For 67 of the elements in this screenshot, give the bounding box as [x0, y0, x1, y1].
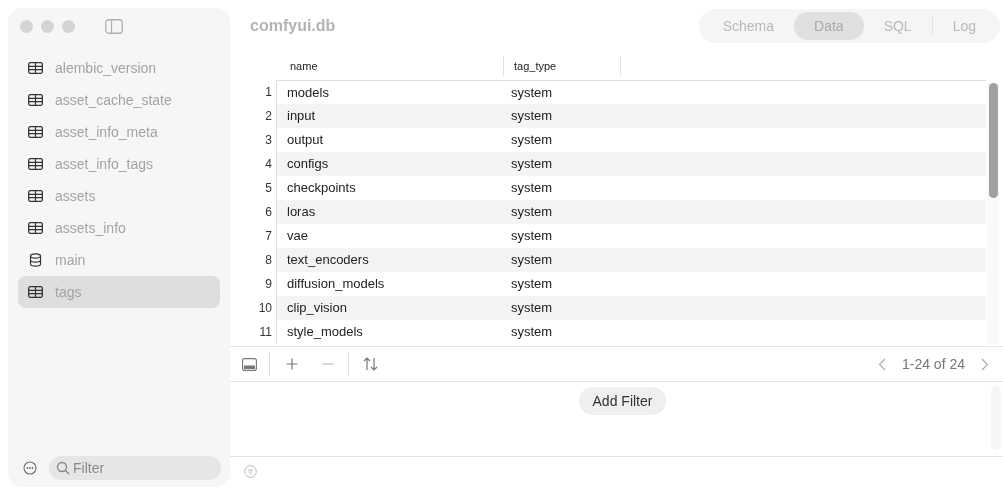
row-number: 1	[264, 84, 273, 101]
table-row[interactable]: loras system	[276, 200, 986, 224]
table-cell-text: output	[286, 131, 325, 150]
row-number: 10	[257, 300, 273, 317]
zoom-window-button[interactable]	[62, 19, 75, 33]
bottom-panel-icon[interactable]	[242, 357, 257, 371]
table-cell-text: system	[510, 299, 554, 318]
table-cell-text: system	[510, 227, 554, 246]
table-icon	[28, 158, 43, 170]
table-row[interactable]: models system	[276, 80, 986, 104]
table-cell-text: style_models	[286, 323, 364, 342]
filter-field[interactable]: Filter	[49, 456, 221, 480]
scrollbar[interactable]	[987, 83, 999, 345]
table-row[interactable]: text_encoders system	[276, 248, 986, 272]
table-cell-text: input	[286, 107, 317, 126]
table-icon	[28, 62, 43, 74]
table-row[interactable]: input system	[276, 104, 986, 128]
row-number: 6	[264, 204, 273, 221]
table-cell-text: vae	[286, 227, 309, 246]
table-cell-text: checkpoints	[286, 179, 357, 198]
sidebar-toggle-icon[interactable]	[105, 18, 123, 34]
close-window-button[interactable]	[20, 19, 33, 33]
table-cell-text: configs	[286, 155, 330, 174]
table-cell-text: diffusion_models	[286, 275, 386, 294]
table-cell-text: system	[510, 323, 554, 342]
table-row[interactable]: clip_vision system	[276, 296, 986, 320]
minimize-window-button[interactable]	[41, 19, 54, 33]
column-header[interactable]: name	[290, 57, 318, 75]
table-cell-text: text_encoders	[286, 251, 370, 270]
add-filter-button[interactable]: Add Filter	[578, 387, 667, 415]
database-icon	[28, 253, 43, 267]
search-icon	[56, 461, 70, 475]
add-row-icon[interactable]	[286, 358, 298, 370]
table-cell-text: system	[510, 107, 554, 126]
table-cell-text: system	[510, 131, 554, 150]
row-number: 7	[264, 228, 273, 245]
row-number: 5	[264, 180, 273, 197]
row-number: 9	[264, 276, 273, 293]
more-options-icon[interactable]	[23, 461, 37, 475]
table-cell-text: clip_vision	[286, 299, 348, 318]
table-icon	[28, 126, 43, 138]
next-page-icon[interactable]	[981, 357, 989, 371]
table-icon	[28, 190, 43, 202]
table-icon	[28, 286, 43, 298]
row-number: 11	[258, 324, 273, 341]
table-cell-text: system	[510, 203, 554, 222]
table-cell-text: models	[286, 83, 330, 102]
previous-page-icon[interactable]	[877, 357, 886, 371]
table-icon	[28, 94, 43, 106]
table-cell-text: loras	[286, 203, 317, 222]
window-title: comfyui.db	[250, 16, 336, 36]
table-cell-text: system	[510, 83, 554, 102]
row-number: 3	[264, 132, 273, 149]
page-range: 1-24 of 24	[901, 354, 965, 374]
scroll-thumb[interactable]	[988, 83, 998, 198]
row-number: 4	[264, 156, 273, 173]
table-icon	[28, 222, 43, 234]
table-cell-text: system	[510, 155, 554, 174]
table-cell-text: system	[510, 275, 554, 294]
column-header[interactable]: tag_type	[514, 57, 557, 75]
sort-icon[interactable]	[363, 357, 378, 371]
filter-icon[interactable]	[244, 464, 257, 478]
table-row[interactable]: configs system	[276, 152, 986, 176]
table-cell-text: system	[510, 179, 554, 198]
row-number: 2	[264, 108, 273, 125]
row-number: 8	[264, 252, 273, 269]
table-cell-text: system	[510, 251, 554, 270]
